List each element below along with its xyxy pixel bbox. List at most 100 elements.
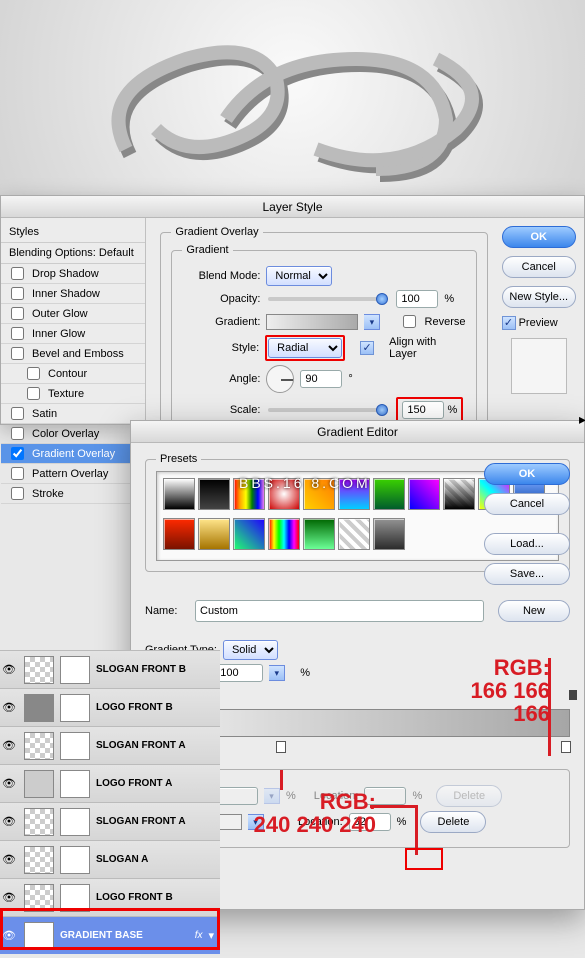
align-checkbox[interactable]: ✓ — [360, 341, 374, 355]
styles-header[interactable]: Styles — [1, 222, 145, 243]
effect-drop-shadow[interactable]: Drop Shadow — [1, 264, 145, 284]
layer-row[interactable]: 👁LOGO FRONT B — [0, 878, 220, 916]
preset-swatch[interactable] — [443, 478, 475, 510]
scale-value[interactable] — [402, 401, 444, 419]
effect-outer-glow[interactable]: Outer Glow — [1, 304, 145, 324]
effect-stroke[interactable]: Stroke — [1, 484, 145, 504]
effect-texture[interactable]: Texture — [1, 384, 145, 404]
effect-inner-shadow[interactable]: Inner Shadow — [1, 284, 145, 304]
layer-style-dialog: Layer Style Styles Blending Options: Def… — [0, 195, 585, 425]
layer-thumb — [24, 846, 54, 874]
opacity-slider[interactable] — [268, 297, 388, 301]
ok-button[interactable]: OK — [502, 226, 576, 248]
stop-color-delete[interactable]: Delete — [420, 811, 486, 833]
visibility-icon[interactable]: 👁 — [0, 739, 18, 752]
layer-row[interactable]: 👁SLOGAN FRONT B — [0, 650, 220, 688]
layer-row[interactable]: 👁SLOGAN FRONT A — [0, 802, 220, 840]
chk-outer-glow[interactable] — [11, 307, 24, 320]
stop-color-location[interactable] — [349, 813, 391, 831]
visibility-icon[interactable]: 👁 — [0, 853, 18, 866]
visibility-icon[interactable]: 👁 — [0, 891, 18, 904]
chk-bevel[interactable] — [11, 347, 24, 360]
preset-swatch[interactable] — [373, 478, 405, 510]
smoothness-value[interactable] — [215, 664, 263, 682]
preset-swatch[interactable] — [198, 518, 230, 550]
layer-row-selected[interactable]: 👁GRADIENT BASEfx▾ — [0, 916, 220, 954]
stop-opacity-loc-percent: % — [412, 790, 422, 802]
chk-stroke[interactable] — [11, 487, 24, 500]
preset-swatch[interactable] — [408, 478, 440, 510]
visibility-icon[interactable]: 👁 — [0, 777, 18, 790]
gradient-label: Gradient: — [182, 316, 260, 328]
stop-color-dd-icon[interactable]: ▾ — [248, 814, 264, 830]
presets-menu-icon[interactable]: ▸ — [579, 411, 585, 428]
opacity-value[interactable] — [396, 290, 438, 308]
ge-save-button[interactable]: Save... — [484, 563, 570, 585]
preset-swatch[interactable] — [303, 518, 335, 550]
chk-color-overlay[interactable] — [11, 427, 24, 440]
layer-row[interactable]: 👁SLOGAN A — [0, 840, 220, 878]
effect-color-overlay[interactable]: Color Overlay — [1, 424, 145, 444]
opacity-stop-right[interactable] — [569, 690, 577, 700]
style-preview-well — [511, 338, 567, 394]
preset-swatch[interactable] — [373, 518, 405, 550]
name-label: Name: — [145, 605, 189, 617]
visibility-icon[interactable]: 👁 — [0, 663, 18, 676]
cancel-button[interactable]: Cancel — [502, 256, 576, 278]
fx-chevron-icon[interactable]: ▾ — [208, 929, 214, 942]
smoothness-dropdown-icon[interactable]: ▾ — [269, 665, 285, 681]
chk-inner-shadow[interactable] — [11, 287, 24, 300]
ge-cancel-button[interactable]: Cancel — [484, 493, 570, 515]
ge-new-button[interactable]: New — [498, 600, 570, 622]
preview-checkbox[interactable]: ✓ — [502, 316, 516, 330]
stop-opacity-value — [216, 787, 258, 805]
fx-badge[interactable]: fx — [195, 930, 203, 941]
effect-gradient-overlay[interactable]: Gradient Overlay — [1, 444, 145, 464]
chk-pattern-overlay[interactable] — [11, 467, 24, 480]
color-stop-right[interactable] — [561, 741, 571, 753]
chk-drop-shadow[interactable] — [11, 267, 24, 280]
effect-satin[interactable]: Satin — [1, 404, 145, 424]
stop-color-location-label: Location: — [298, 816, 343, 828]
preset-swatch[interactable] — [198, 478, 230, 510]
preset-swatch[interactable] — [268, 518, 300, 550]
blend-mode-select[interactable]: Normal — [266, 266, 332, 286]
new-style-button[interactable]: New Style... — [502, 286, 576, 308]
preset-swatch[interactable] — [233, 518, 265, 550]
layer-row[interactable]: 👁SLOGAN FRONT A — [0, 726, 220, 764]
preset-swatch[interactable] — [163, 518, 195, 550]
visibility-icon[interactable]: 👁 — [0, 815, 18, 828]
gradient-name-input[interactable] — [195, 600, 484, 622]
visibility-icon[interactable]: 👁 — [0, 701, 18, 714]
visibility-icon[interactable]: 👁 — [0, 929, 18, 942]
preset-swatch[interactable] — [338, 518, 370, 550]
gradient-dropdown-icon[interactable]: ▾ — [364, 314, 380, 330]
angle-wheel[interactable] — [266, 365, 294, 393]
ge-ok-button[interactable]: OK — [484, 463, 570, 485]
gradient-preview[interactable] — [266, 314, 358, 330]
chk-inner-glow[interactable] — [11, 327, 24, 340]
chk-texture[interactable] — [27, 387, 40, 400]
chk-contour[interactable] — [27, 367, 40, 380]
layer-row[interactable]: 👁LOGO FRONT A — [0, 764, 220, 802]
style-select[interactable]: Radial — [268, 338, 342, 358]
ge-load-button[interactable]: Load... — [484, 533, 570, 555]
layer-thumb — [24, 884, 54, 912]
scale-slider[interactable] — [268, 408, 388, 412]
effect-pattern-overlay[interactable]: Pattern Overlay — [1, 464, 145, 484]
layer-mask — [60, 656, 90, 684]
stop-color-loc-percent: % — [397, 816, 407, 828]
gradient-type-select[interactable]: Solid — [223, 640, 278, 660]
effect-inner-glow[interactable]: Inner Glow — [1, 324, 145, 344]
stop-opacity-percent: % — [286, 790, 296, 802]
chk-satin[interactable] — [11, 407, 24, 420]
reverse-checkbox[interactable] — [403, 315, 416, 328]
effect-bevel[interactable]: Bevel and Emboss — [1, 344, 145, 364]
color-stop-left[interactable] — [276, 741, 286, 753]
angle-value[interactable] — [300, 370, 342, 388]
effect-contour[interactable]: Contour — [1, 364, 145, 384]
layer-row[interactable]: 👁LOGO FRONT B — [0, 688, 220, 726]
blending-options-default[interactable]: Blending Options: Default — [1, 243, 145, 264]
chk-gradient-overlay[interactable] — [11, 447, 24, 460]
preset-swatch[interactable] — [163, 478, 195, 510]
